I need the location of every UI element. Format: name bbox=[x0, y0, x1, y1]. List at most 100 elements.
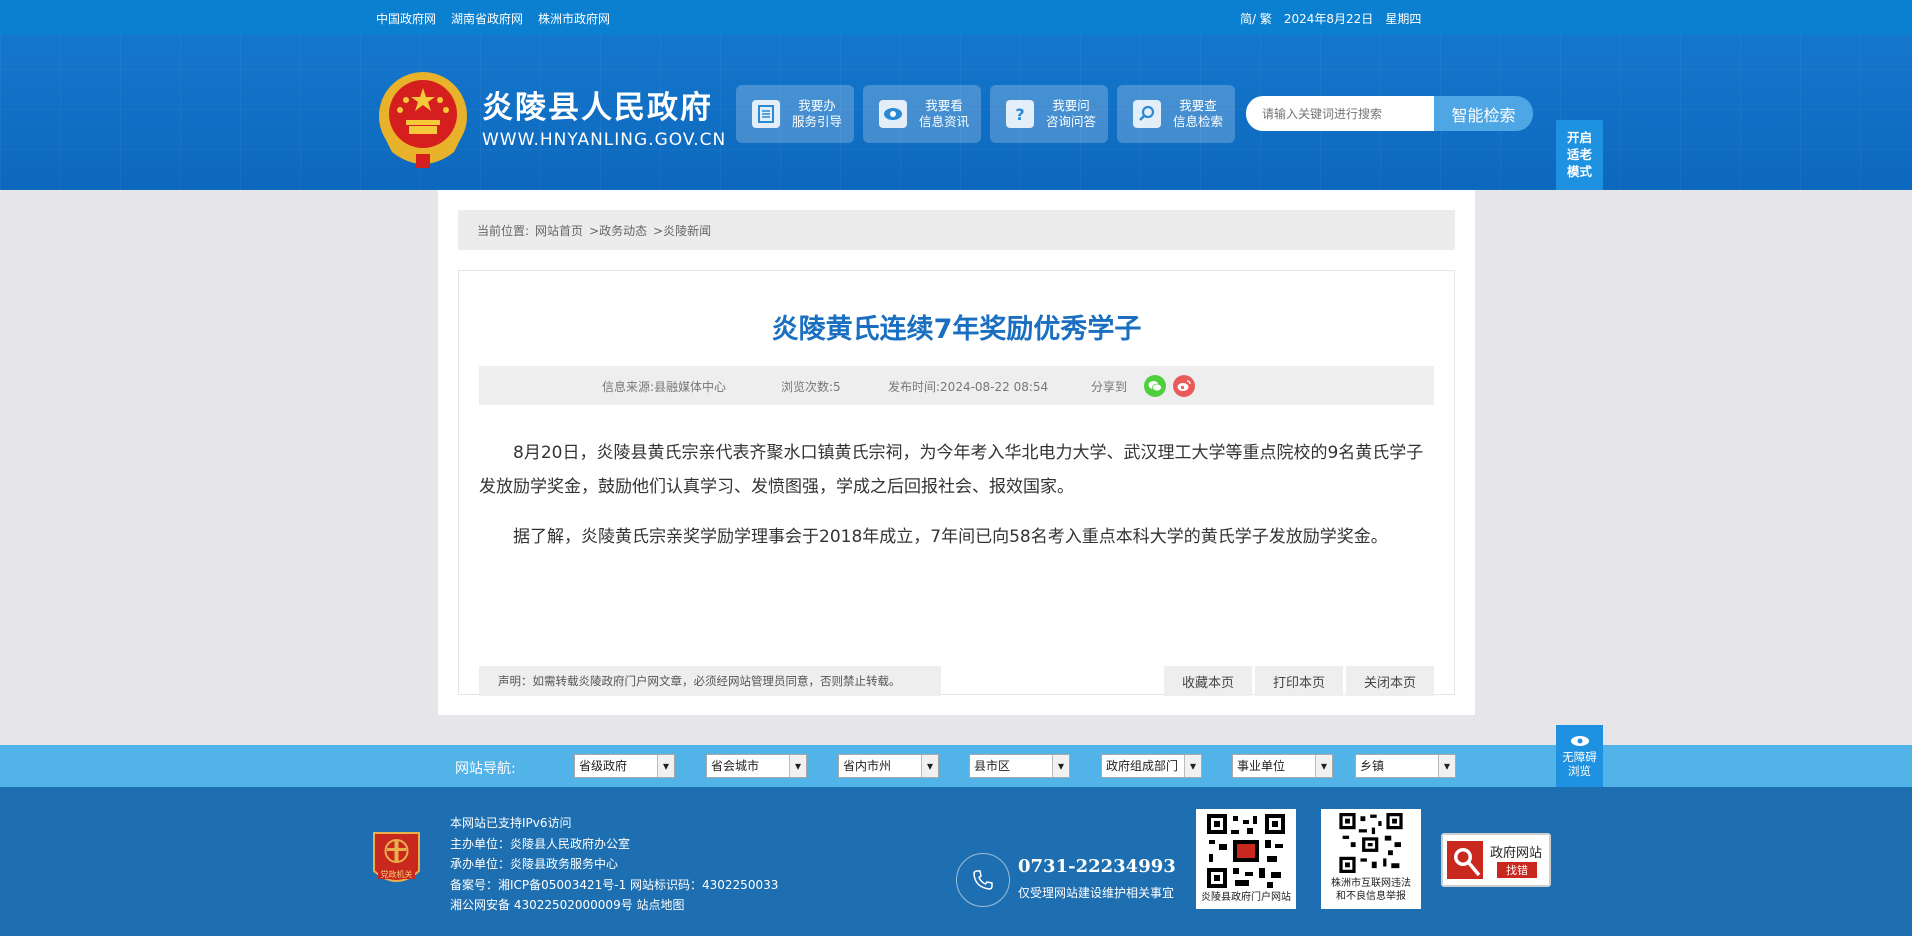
breadcrumb-home[interactable]: 网站首页 bbox=[535, 222, 583, 239]
chevron-down-icon: ▾ bbox=[1052, 755, 1069, 777]
service-banshi-button[interactable]: 我要办 服务引导 bbox=[736, 85, 854, 143]
accessibility-eye-icon bbox=[1570, 736, 1589, 746]
site-nav-bar: 网站导航: 省级政府 ▾ 省会城市 ▾ 省内市州 ▾ 县市区 ▾ 政府组成部门 ▾ 事业单… bbox=[0, 745, 1912, 787]
link-zhuzhou-gov[interactable]: 株洲市政府网 bbox=[538, 10, 610, 27]
gov-site-error-report-button[interactable]: 政府网站 找错 bbox=[1441, 833, 1551, 887]
service-cha-button[interactable]: 我要查 信息检索 bbox=[1117, 85, 1235, 143]
service-kan-line1: 我要看 bbox=[925, 98, 963, 113]
select-capital-cities[interactable]: 省会城市 ▾ bbox=[706, 754, 807, 778]
article: 炎陵黄氏连续7年奖励优秀学子 信息来源:县融媒体中心 浏览次数:5 发布时间:2… bbox=[458, 270, 1455, 696]
elder-mode-button[interactable]: 开启 适老 模式 bbox=[1556, 120, 1603, 190]
chevron-down-icon: ▾ bbox=[921, 755, 938, 777]
select-prefecture-cities-value: 省内市州 bbox=[843, 759, 892, 773]
qr-code-portal: 炎陵县政府门户网站 bbox=[1196, 809, 1296, 909]
barrier-free-line2: 浏览 bbox=[1568, 764, 1591, 778]
copyright-notice: 声明：如需转载炎陵政府门户网文章，必须经网站管理员同意，否则禁止转载。 bbox=[479, 666, 941, 696]
main-content: 当前位置: 网站首页 >政务动态 >炎陵新闻 炎陵黄氏连续7年奖励优秀学子 信息… bbox=[438, 190, 1475, 715]
bookmark-page-button[interactable]: 收藏本页 bbox=[1164, 666, 1252, 696]
footer-info: 本网站已支持IPv6访问 主办单位：炎陵县人民政府办公室 承办单位：炎陵县政务服… bbox=[450, 813, 778, 916]
current-date: 2024年8月22日 bbox=[1283, 12, 1374, 26]
article-source: 信息来源:县融媒体中心 bbox=[602, 380, 727, 394]
national-emblem-icon bbox=[379, 72, 467, 168]
contact-phone: 0731-22234993 bbox=[1018, 856, 1176, 877]
print-page-button[interactable]: 打印本页 bbox=[1255, 666, 1343, 696]
qr-portal-caption: 炎陵县政府门户网站 bbox=[1201, 892, 1291, 903]
barrier-free-button[interactable]: 无障碍 浏览 bbox=[1556, 725, 1603, 787]
chevron-down-icon: ▾ bbox=[657, 755, 674, 777]
footer-ipv6: 本网站已支持IPv6访问 bbox=[450, 816, 572, 830]
party-gov-badge[interactable]: 党政机关 bbox=[370, 829, 423, 891]
select-towns[interactable]: 乡镇 ▾ bbox=[1355, 754, 1456, 778]
link-hunan-gov[interactable]: 湖南省政府网 bbox=[451, 10, 523, 27]
breadcrumb-label: 当前位置: bbox=[477, 223, 530, 238]
select-capital-cities-value: 省会城市 bbox=[711, 759, 760, 773]
gov-links: 中国政府网 湖南省政府网 株洲市政府网 bbox=[376, 10, 610, 27]
barrier-free-line1: 无障碍 bbox=[1562, 750, 1597, 764]
breadcrumb-zhengwu[interactable]: >政务动态 bbox=[589, 222, 647, 239]
site-nav-label: 网站导航: bbox=[455, 761, 516, 777]
question-icon: ? bbox=[1006, 100, 1034, 128]
search-icon bbox=[1133, 100, 1161, 128]
contact-phone-note: 仅受理网站建设维护相关事宜 bbox=[1018, 886, 1175, 900]
chevron-down-icon: ▾ bbox=[1184, 755, 1201, 777]
service-kan-button[interactable]: 我要看 信息资讯 bbox=[863, 85, 981, 143]
chevron-down-icon: ▾ bbox=[1438, 755, 1455, 777]
footer-operator: 承办单位：炎陵县政务服务中心 bbox=[450, 857, 619, 871]
smart-search-button[interactable]: 智能检索 bbox=[1434, 96, 1533, 131]
error-report-logo: 政府网站 找错 bbox=[1447, 841, 1542, 879]
close-page-button[interactable]: 关闭本页 bbox=[1346, 666, 1434, 696]
footer-host: 主办单位：炎陵县人民政府办公室 bbox=[450, 836, 631, 851]
select-provincial-gov-value: 省级政府 bbox=[579, 759, 628, 773]
breadcrumb-yanling-news[interactable]: >炎陵新闻 bbox=[653, 222, 711, 239]
party-gov-badge-label: 党政机关 bbox=[381, 869, 413, 879]
qr-code-report: 株洲市互联网违法 和不良信息举报 bbox=[1321, 809, 1421, 909]
weibo-share-icon[interactable] bbox=[1173, 375, 1195, 397]
share-label: 分享到 bbox=[1091, 380, 1128, 394]
eye-icon bbox=[879, 100, 907, 128]
error-report-title: 政府网站 bbox=[1490, 846, 1542, 861]
site-header: 炎陵县人民政府 WWW.HNYANLING.GOV.CN 我要办 服务引导 我要… bbox=[0, 35, 1912, 190]
select-provincial-gov[interactable]: 省级政府 ▾ bbox=[574, 754, 675, 778]
search-input[interactable] bbox=[1246, 96, 1436, 131]
article-views: 浏览次数:5 bbox=[781, 380, 841, 394]
article-title: 炎陵黄氏连续7年奖励优秀学子 bbox=[771, 314, 1142, 345]
current-weekday: 星期四 bbox=[1385, 12, 1422, 26]
lang-switch[interactable]: 简/ 繁 bbox=[1240, 10, 1272, 27]
article-published: 发布时间:2024-08-22 08:54 bbox=[888, 380, 1049, 394]
service-wen-line1: 我要问 bbox=[1052, 98, 1090, 113]
article-meta: 信息来源:县融媒体中心 浏览次数:5 发布时间:2024-08-22 08:54… bbox=[479, 366, 1434, 405]
service-banshi-line2: 服务引导 bbox=[792, 114, 843, 129]
select-counties-value: 县市区 bbox=[974, 759, 1011, 773]
article-paragraph-2: 据了解，炎陵黄氏宗亲奖学励学理事会于2018年成立，7年间已向58名考入重点本科… bbox=[513, 527, 1388, 547]
site-url: WWW.HNYANLING.GOV.CN bbox=[482, 130, 727, 150]
service-wen-button[interactable]: ? 我要问 咨询问答 bbox=[990, 85, 1108, 143]
top-bar-right: 简/ 繁 2024年8月22日 星期四 bbox=[1240, 10, 1421, 27]
breadcrumb: 当前位置: 网站首页 >政务动态 >炎陵新闻 bbox=[458, 210, 1455, 250]
service-cha-line1: 我要查 bbox=[1179, 98, 1217, 113]
qr-code-icon bbox=[1339, 813, 1403, 873]
link-china-gov[interactable]: 中国政府网 bbox=[376, 10, 436, 27]
select-towns-value: 乡镇 bbox=[1360, 759, 1385, 773]
select-prefecture-cities[interactable]: 省内市州 ▾ bbox=[838, 754, 939, 778]
top-bar: 中国政府网 湖南省政府网 株洲市政府网 简/ 繁 2024年8月22日 星期四 bbox=[0, 0, 1912, 35]
qr-code-icon bbox=[1207, 814, 1285, 888]
select-gov-departments[interactable]: 政府组成部门 ▾ bbox=[1101, 754, 1202, 778]
service-kan-line2: 信息资讯 bbox=[919, 114, 970, 129]
select-public-institutions[interactable]: 事业单位 ▾ bbox=[1232, 754, 1333, 778]
select-counties[interactable]: 县市区 ▾ bbox=[969, 754, 1070, 778]
footer-icp[interactable]: 备案号：湘ICP备05003421号-1 网站标识码：4302250033 bbox=[450, 875, 778, 896]
site-title: 炎陵县人民政府 bbox=[482, 90, 713, 126]
site-footer: 党政机关 本网站已支持IPv6访问 主办单位：炎陵县人民政府办公室 承办单位：炎… bbox=[0, 787, 1912, 936]
error-report-sub: 找错 bbox=[1506, 863, 1528, 877]
article-body: 8月20日，炎陵县黄氏宗亲代表齐聚水口镇黄氏宗祠，为今年考入华北电力大学、武汉理… bbox=[479, 436, 1429, 570]
article-actions: 收藏本页 打印本页 关闭本页 bbox=[1164, 666, 1434, 696]
phone-icon bbox=[956, 853, 1010, 907]
footer-police-record[interactable]: 湘公网安备 43022502000009号 站点地图 bbox=[450, 895, 778, 916]
select-gov-departments-value: 政府组成部门 bbox=[1106, 759, 1179, 773]
article-paragraph-1: 8月20日，炎陵县黄氏宗亲代表齐聚水口镇黄氏宗祠，为今年考入华北电力大学、武汉理… bbox=[479, 443, 1424, 497]
wechat-share-icon[interactable] bbox=[1144, 375, 1166, 397]
qr-report-caption-1: 株洲市互联网违法 bbox=[1331, 878, 1411, 889]
service-banshi-line1: 我要办 bbox=[798, 98, 836, 113]
select-public-institutions-value: 事业单位 bbox=[1237, 759, 1286, 773]
site-search: 智能检索 bbox=[1246, 96, 1533, 131]
